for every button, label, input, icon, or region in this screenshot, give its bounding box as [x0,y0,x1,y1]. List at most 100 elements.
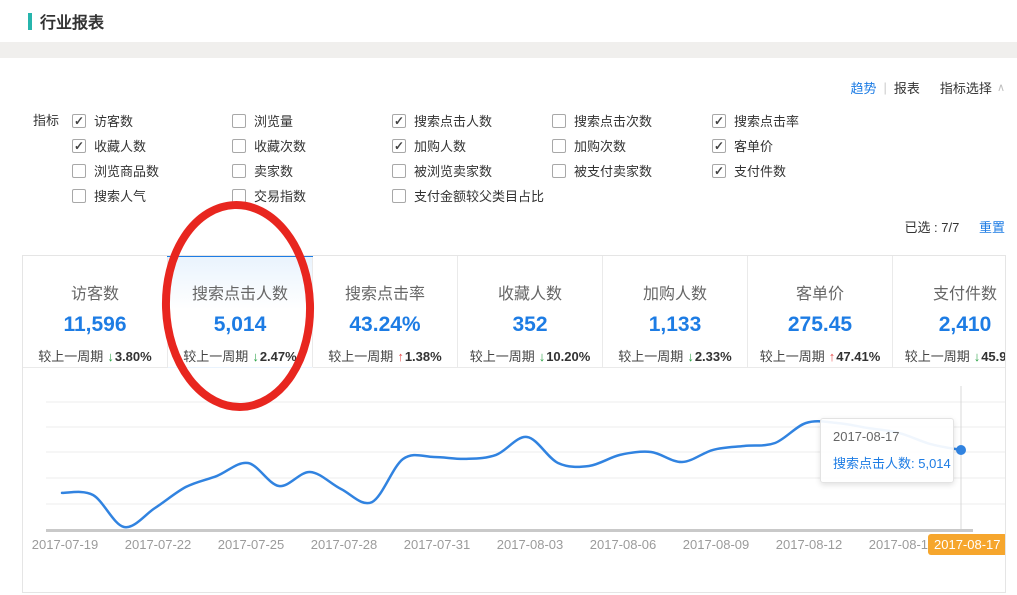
checkbox-checked-icon[interactable]: ✓ [712,164,726,178]
metric-checkbox-item[interactable]: ✓ 客单价 [712,136,1005,155]
metric-checkbox-label: 被支付卖家数 [574,161,652,180]
card-value: 352 [458,313,602,337]
checkbox-unchecked-icon[interactable] [232,114,246,128]
checkbox-unchecked-icon[interactable] [232,164,246,178]
metric-checkbox-label: 浏览量 [254,111,293,130]
compare-label: 较上一周期 [905,349,970,364]
arrow-down-icon: ↓ [687,349,694,364]
metric-picker: 指标 ✓访客数浏览量✓搜索点击人数搜索点击次数✓搜索点击率✓收藏人数收藏次数✓加… [33,108,1005,236]
metric-checkbox-item[interactable]: 加购次数 [552,136,712,155]
x-tick-label: 2017-07-28 [311,537,378,552]
checkbox-unchecked-icon[interactable] [552,139,566,153]
checkbox-unchecked-icon[interactable] [552,114,566,128]
arrow-up-icon: ↑ [829,349,836,364]
trend-chart[interactable]: 2017-07-19 2017-07-22 2017-07-25 2017-07-28… [23,368,1005,592]
x-tick-label: 2017-08-12 [776,537,843,552]
metric-checkbox-label: 客单价 [734,136,773,155]
page-header: 行业报表 [0,0,1017,42]
card-value: 2,410 [893,313,1005,337]
metric-checkbox-label: 浏览商品数 [94,161,159,180]
card-title: 搜索点击人数 [168,280,312,304]
arrow-down-icon: ↓ [252,349,259,364]
highlighted-date-badge: 2017-08-17 [928,534,1006,555]
page-title: 行业报表 [40,9,104,33]
metric-checkbox-label: 搜索点击人数 [414,111,492,130]
card-delta: 较上一周期↑47.41% [748,346,892,365]
card-title: 客单价 [748,280,892,304]
arrow-down-icon: ↓ [107,349,114,364]
metric-checkbox-item[interactable]: ✓ 搜索点击人数 [392,111,552,130]
metric-checkbox-label: 支付件数 [734,161,786,180]
x-tick-label: 2017-07-31 [404,537,471,552]
metric-card[interactable]: 搜索点击率43.24%较上一周期↑1.38% [313,256,458,368]
x-tick-label: 2017-08-09 [683,537,750,552]
metric-checkbox-item[interactable]: 卖家数 [232,161,392,180]
card-value: 5,014 [168,313,312,337]
checkbox-checked-icon[interactable]: ✓ [72,139,86,153]
metric-checkbox-item[interactable]: 收藏次数 [232,136,392,155]
metric-card[interactable]: 收藏人数352较上一周期↓10.20% [458,256,603,368]
change-percent: 2.33% [695,349,732,364]
checkbox-unchecked-icon[interactable] [392,164,406,178]
metric-cards: 访客数11,596较上一周期↓3.80%搜索点击人数5,014较上一周期↓2.4… [23,256,1005,368]
metric-checkbox-item[interactable]: 被支付卖家数 [552,161,712,180]
metric-checkbox-item[interactable]: 搜索点击次数 [552,111,712,130]
view-divider: | [884,80,887,95]
compare-label: 较上一周期 [38,349,103,364]
metric-card[interactable]: 加购人数1,133较上一周期↓2.33% [603,256,748,368]
metric-checkbox-item[interactable]: ✓ 搜索点击率 [712,111,1005,130]
x-tick-label: 2017-07-25 [218,537,285,552]
selected-count: 已选 : 7/7 [904,220,959,235]
metric-checkbox-label: 加购人数 [414,136,466,155]
reset-button[interactable]: 重置 [979,220,1005,235]
chevron-up-icon: ∧ [997,81,1005,94]
metric-checkbox-item[interactable]: 浏览商品数 [72,161,232,180]
checkbox-unchecked-icon[interactable] [72,189,86,203]
metric-card[interactable]: 支付件数2,410较上一周期↓45.95% [893,256,1005,368]
x-tick-label: 2017-07-22 [125,537,192,552]
metric-checkbox-label: 搜索点击次数 [574,111,652,130]
metric-checkbox-label: 交易指数 [254,186,306,205]
picker-footer: 已选 : 7/7 重置 [72,217,1005,236]
metric-checkbox-item[interactable]: ✓ 加购人数 [392,136,552,155]
checkbox-checked-icon[interactable]: ✓ [712,114,726,128]
checkbox-unchecked-icon[interactable] [232,139,246,153]
metric-checkbox-item[interactable]: 交易指数 [232,186,392,205]
card-title: 支付件数 [893,280,1005,304]
checkbox-checked-icon[interactable]: ✓ [392,114,406,128]
metric-checkbox-label: 收藏人数 [94,136,146,155]
arrow-down-icon: ↓ [539,349,546,364]
metric-checkbox-label: 支付金额较父类目占比 [414,186,544,205]
card-delta: 较上一周期↓3.80% [23,346,167,365]
metric-card[interactable]: 访客数11,596较上一周期↓3.80% [23,256,168,368]
metric-checkbox-label: 搜索点击率 [734,111,799,130]
metric-checkbox-item[interactable]: 浏览量 [232,111,392,130]
tab-trend[interactable]: 趋势 [851,78,877,97]
metric-checkbox-item[interactable]: ✓ 支付件数 [712,161,1005,180]
metric-checkbox-item[interactable]: ✓访客数 [72,111,232,130]
x-tick-label: 2017-07-19 [32,537,99,552]
checkbox-unchecked-icon[interactable] [232,189,246,203]
metric-checkbox-item[interactable]: 支付金额较父类目占比 [392,186,552,205]
metric-checkbox-item[interactable]: ✓ 收藏人数 [72,136,232,155]
checkbox-unchecked-icon[interactable] [392,189,406,203]
metric-picker-label: 指标 [33,108,59,133]
metric-select-toggle[interactable]: 指标选择 ∧ [940,78,1005,97]
metric-card[interactable]: 搜索点击人数5,014较上一周期↓2.47% [168,256,313,368]
metric-card[interactable]: 客单价275.45较上一周期↑47.41% [748,256,893,368]
metric-checkbox-grid: ✓访客数浏览量✓搜索点击人数搜索点击次数✓搜索点击率✓收藏人数收藏次数✓加购人数… [72,108,1005,208]
title-accent-bar [28,13,32,30]
change-percent: 47.41% [836,349,880,364]
checkbox-checked-icon[interactable]: ✓ [392,139,406,153]
page: 行业报表 趋势 | 报表 指标选择 ∧ 指标 ✓访客数浏览量✓搜索点击人数搜索点… [0,0,1017,595]
metric-checkbox-label: 加购次数 [574,136,626,155]
checkbox-unchecked-icon[interactable] [552,164,566,178]
checkbox-checked-icon[interactable]: ✓ [72,114,86,128]
metric-checkbox-item[interactable]: 被浏览卖家数 [392,161,552,180]
checkbox-checked-icon[interactable]: ✓ [712,139,726,153]
tab-report[interactable]: 报表 [894,78,920,97]
metric-checkbox-item[interactable]: 搜索人气 [72,186,232,205]
change-percent: 10.20% [546,349,590,364]
checkbox-unchecked-icon[interactable] [72,164,86,178]
metric-checkbox-label: 搜索人气 [94,186,146,205]
